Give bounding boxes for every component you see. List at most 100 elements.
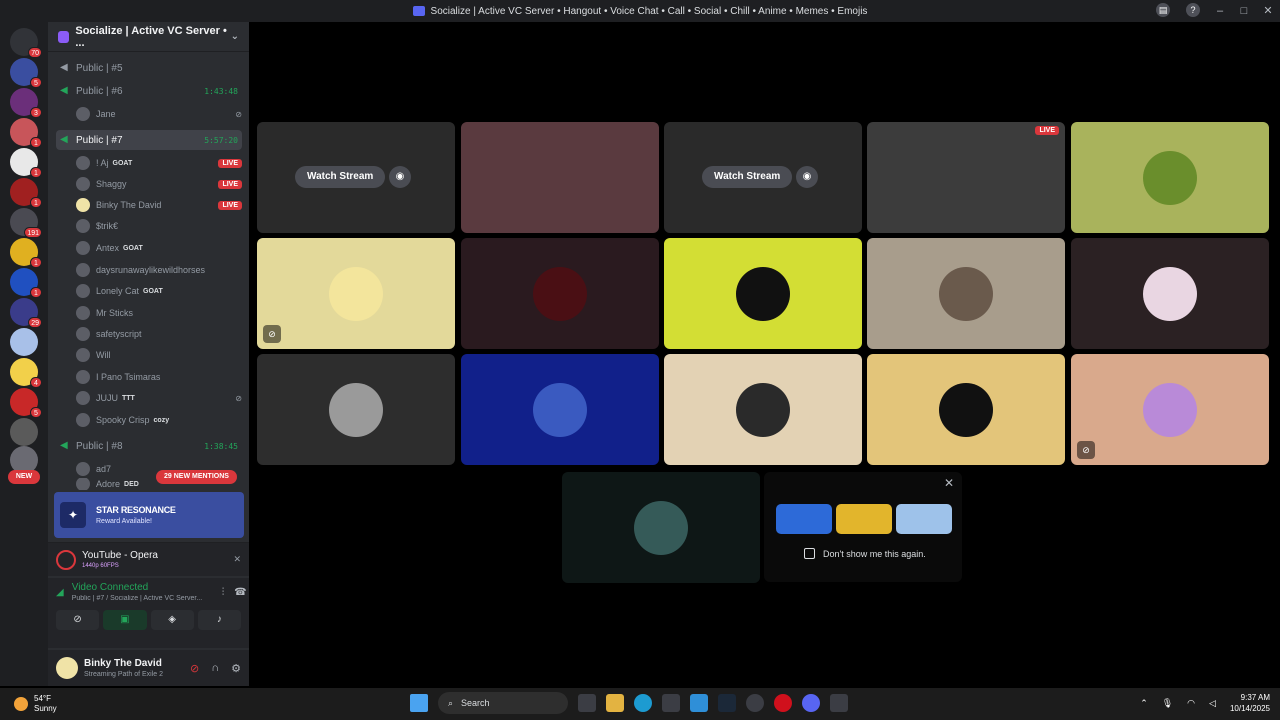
close-button[interactable]: ✕ (1256, 0, 1280, 22)
game-thumbnail[interactable] (776, 504, 832, 534)
server-icon[interactable]: 1 (10, 238, 42, 268)
system-clock[interactable]: 9:37 AM 10/14/2025 (1230, 692, 1270, 714)
preview-icon[interactable]: ◉ (796, 166, 818, 188)
participant-tile[interactable] (461, 122, 659, 233)
server-icon[interactable]: 191 (10, 208, 42, 238)
stream-tile[interactable]: Watch Stream ◉ (257, 122, 455, 233)
participant-tile[interactable] (1071, 122, 1269, 233)
direct-messages-icon[interactable]: 70 (10, 28, 42, 58)
headphones-icon[interactable]: ∩ (211, 662, 219, 675)
inbox-icon[interactable]: ▤ (1156, 3, 1170, 17)
close-icon[interactable]: ✕ (944, 476, 954, 490)
minimize-button[interactable]: – (1208, 0, 1232, 22)
server-icon[interactable]: 1 (10, 118, 42, 148)
voice-user[interactable]: Lonely Cat GOAT (76, 281, 242, 301)
participant-tile[interactable] (1071, 238, 1269, 349)
participant-tile[interactable] (461, 354, 659, 465)
activity-button[interactable]: ◈ (150, 610, 194, 630)
avatar[interactable] (56, 657, 78, 679)
opera-icon[interactable] (774, 694, 792, 712)
voice-user[interactable]: JUJU TTT ⊘ (76, 388, 242, 408)
voice-user[interactable]: ! Aj GOAT LIVE (76, 153, 242, 173)
voice-user[interactable]: Antex GOAT (76, 238, 242, 258)
participant-tile[interactable] (664, 238, 862, 349)
server-icon[interactable]: 4 (10, 358, 42, 388)
voice-user[interactable]: Will (76, 345, 242, 365)
server-header[interactable]: Socialize | Active VC Server • ... ⌄ (48, 22, 249, 52)
chevron-up-icon[interactable]: ⌃ (1140, 698, 1148, 709)
preview-icon[interactable]: ◉ (389, 166, 411, 188)
voice-user[interactable]: Shaggy LIVE (76, 174, 242, 194)
steam-icon[interactable] (718, 694, 736, 712)
voice-channel[interactable]: ◀ Public | #6 1:43:48 (56, 81, 242, 101)
stream-tile[interactable]: Watch Stream ◉ (664, 122, 862, 233)
server-icon[interactable]: 5 (10, 388, 42, 418)
participant-tile[interactable] (867, 238, 1065, 349)
participant-tile[interactable] (257, 354, 455, 465)
app-icon[interactable] (830, 694, 848, 712)
start-icon[interactable] (410, 694, 428, 712)
help-icon[interactable]: ? (1186, 3, 1200, 17)
notepad-icon[interactable] (690, 694, 708, 712)
participant-tile[interactable]: ⊘ (257, 238, 455, 349)
watch-stream-button[interactable]: Watch Stream (702, 166, 793, 188)
voice-channel-active[interactable]: ◀ Public | #7 5:57:20 (56, 130, 242, 150)
taskbar-search[interactable]: ⌕ Search (438, 692, 568, 714)
camera-off-button[interactable]: ⊘ (56, 610, 100, 630)
wifi-icon[interactable]: ◠ (1187, 698, 1195, 709)
participant-tile[interactable]: ⊘ (1071, 354, 1269, 465)
watch-stream-button[interactable]: Watch Stream (295, 166, 386, 188)
maximize-button[interactable]: □ (1232, 0, 1256, 22)
new-mentions-pill[interactable]: 29 NEW MENTIONS (156, 470, 237, 484)
stop-stream-icon[interactable]: ✕ (233, 554, 241, 565)
server-icon[interactable] (10, 328, 38, 356)
server-icon[interactable]: 1 (10, 268, 42, 298)
server-icon[interactable] (10, 418, 38, 446)
participant-tile[interactable]: LIVE (867, 122, 1065, 233)
voice-user[interactable]: I Pano Tsimaras (76, 367, 242, 387)
voice-user[interactable]: Binky The David LIVE (76, 195, 242, 215)
voice-user[interactable]: Spooky Crisp cozy (76, 410, 242, 430)
dont-show-checkbox[interactable]: Don't show me this again. (804, 548, 926, 559)
voice-user[interactable]: daysrunawaylikewildhorses (76, 260, 242, 280)
participant-tile[interactable] (664, 354, 862, 465)
volume-icon[interactable]: ◁ (1209, 698, 1216, 709)
game-thumbnail[interactable] (836, 504, 892, 534)
screen-share-button[interactable]: ▣ (103, 610, 147, 630)
file-explorer-icon[interactable] (606, 694, 624, 712)
app-icon[interactable] (662, 694, 680, 712)
discord-icon[interactable] (802, 694, 820, 712)
participant-tile[interactable] (867, 354, 1065, 465)
server-icon[interactable]: 1 (10, 178, 42, 208)
promo-banner[interactable]: ✦ STAR RESONANCE Reward Available! (54, 492, 244, 538)
weather-widget[interactable]: 54°F Sunny (14, 694, 57, 714)
edge-icon[interactable] (634, 694, 652, 712)
disconnect-icon[interactable]: ☎ (234, 587, 246, 598)
voice-user[interactable]: safetyscript (76, 324, 242, 344)
task-view-icon[interactable] (578, 694, 596, 712)
checkbox-icon[interactable] (804, 548, 815, 559)
voice-channel[interactable]: ◀ Public | #5 (56, 58, 242, 78)
server-icon[interactable]: 5 (10, 58, 42, 88)
app-icon[interactable] (746, 694, 764, 712)
voice-user[interactable]: Jane ⊘ (76, 104, 242, 124)
noise-suppression-icon[interactable]: ⫶ (222, 587, 225, 598)
server-icon[interactable]: 29 (10, 298, 42, 328)
mic-muted-icon[interactable]: ⊘ (190, 662, 199, 675)
new-unreads-pill[interactable]: NEW (8, 470, 40, 484)
mic-icon[interactable]: 🎙 (1162, 698, 1173, 709)
voice-channel[interactable]: ◀ Public | #8 1:38:45 (56, 436, 242, 456)
participant-tile[interactable] (562, 472, 760, 583)
voice-user[interactable]: $trik€ (76, 216, 242, 236)
voice-status[interactable]: Video Connected (72, 582, 222, 593)
game-thumbnail[interactable] (896, 504, 952, 534)
participant-tile[interactable] (461, 238, 659, 349)
live-badge: LIVE (218, 158, 242, 168)
notification-badge: 191 (24, 227, 42, 238)
voice-channel-path[interactable]: Public | #7 / Socialize | Active VC Serv… (72, 595, 222, 602)
settings-gear-icon[interactable]: ⚙ (231, 662, 241, 675)
server-icon[interactable]: 1 (10, 148, 42, 178)
server-icon[interactable]: 3 (10, 88, 42, 118)
voice-user[interactable]: Mr Sticks (76, 303, 242, 323)
soundboard-button[interactable]: ♪ (197, 610, 241, 630)
